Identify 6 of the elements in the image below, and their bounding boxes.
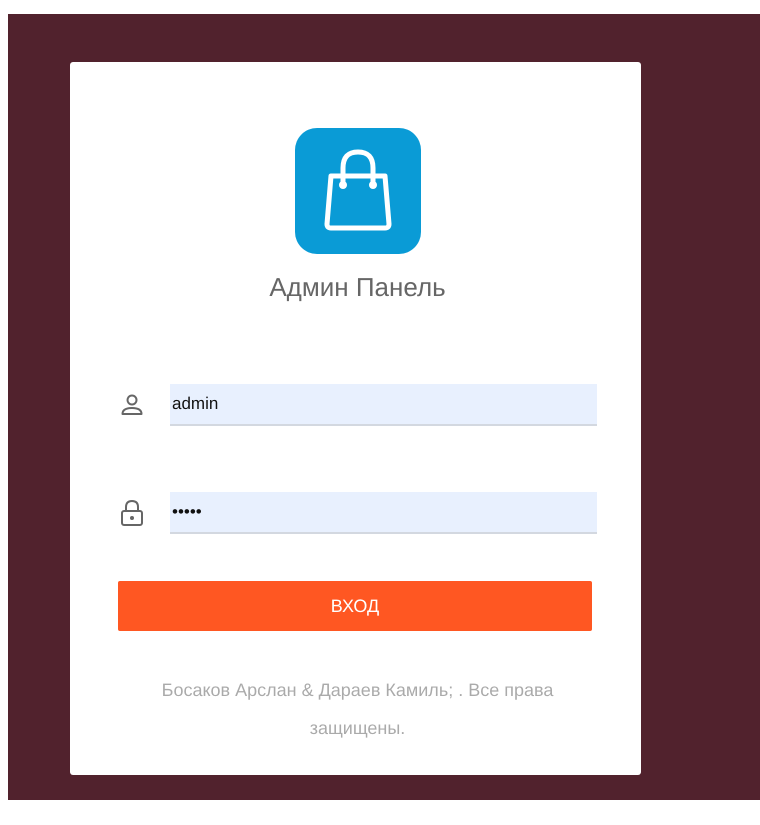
app-title: Админ Панель [269,272,446,303]
copyright-text: Босаков Арслан & Дараев Камиль; . Все права защищены. [160,679,554,740]
lock-icon [118,499,146,527]
shopping-bag-icon [294,128,420,254]
username-field[interactable]: admin [170,384,597,426]
password-field[interactable]: ••••• [170,492,597,534]
